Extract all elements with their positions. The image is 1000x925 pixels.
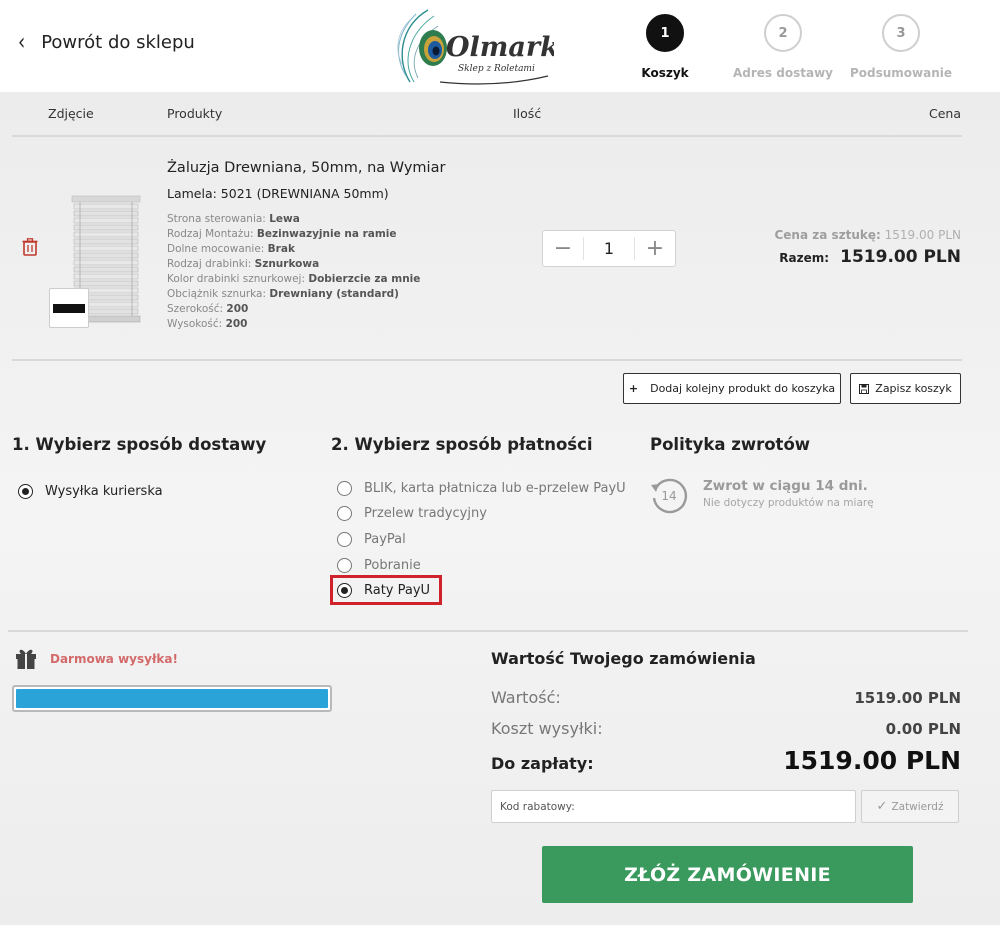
unit-price: Cena za sztukę: 1519.00 PLN [774, 228, 961, 242]
summary-value: 1519.00 PLN [854, 689, 961, 707]
product-title[interactable]: Żaluzja Drewniana, 50mm, na Wymiar [167, 160, 445, 176]
delivery-option-label: Wysyłka kurierska [45, 484, 163, 499]
free-shipping-progress [12, 685, 332, 712]
column-header-image: Zdjęcie [48, 106, 94, 121]
chevron-left-icon: ‹ [18, 28, 26, 57]
attribute-row: Rodzaj Montażu: Bezinwazyjnie na ramie [167, 228, 397, 240]
summary-shipping: 0.00 PLN [885, 720, 961, 738]
qty-plus-button[interactable]: + [635, 231, 675, 266]
step-label: Koszyk [641, 66, 689, 80]
attribute-row: Strona sterowania: Lewa [167, 213, 300, 225]
delivery-title: 1. Wybierz sposób dostawy [12, 435, 267, 454]
apply-coupon-button[interactable]: ✓ Zatwierdź [861, 790, 959, 823]
attribute-row: Wysokość: 200 [167, 318, 248, 330]
summary-pay-label: Do zapłaty: [491, 754, 594, 773]
summary-value-label: Wartość: [491, 688, 561, 707]
item-total-value: 1519.00 PLN [840, 247, 961, 267]
free-shipping-label: Darmowa wysyłka! [50, 652, 178, 666]
step-cart[interactable]: 1 Koszyk [610, 14, 720, 80]
payment-option-blik[interactable]: BLIK, karta płatnicza lub e-przelew PayU [337, 481, 626, 496]
shop-logo[interactable]: Olmark Sklep z Roletami [388, 4, 554, 88]
step-address[interactable]: 2 Adres dostawy [728, 14, 838, 80]
delivery-option-courier[interactable]: Wysyłka kurierska [18, 484, 163, 499]
attribute-row: Dolne mocowanie: Brak [167, 243, 295, 255]
coupon-input[interactable] [491, 790, 856, 823]
radio-icon [337, 558, 352, 573]
qty-value[interactable]: 1 [583, 237, 635, 260]
payment-title: 2. Wybierz sposób płatności [331, 435, 593, 454]
return-arrow-icon: 14 [651, 478, 688, 514]
step-label: Adres dostawy [733, 66, 833, 80]
save-cart-label: Zapisz koszyk [875, 382, 952, 395]
payment-option-label: BLIK, karta płatnicza lub e-przelew PayU [364, 481, 626, 496]
radio-icon [337, 506, 352, 521]
divider [12, 359, 962, 361]
payment-option-label: Pobranie [364, 558, 421, 573]
column-header-price: Cena [928, 106, 961, 121]
back-label: Powrót do sklepu [41, 32, 195, 53]
attribute-row: Kolor drabinki sznurkowej: Dobierzcie za… [167, 273, 421, 285]
item-total: Razem: 1519.00 PLN [779, 247, 961, 267]
color-swatch [49, 288, 89, 328]
step-number: 3 [882, 14, 920, 52]
payment-option-label: Przelew tradycyjny [364, 506, 487, 521]
column-header-products: Produkty [167, 106, 223, 121]
attribute-row: Obciążnik sznurka: Drewniany (standard) [167, 288, 399, 300]
plus-icon: + [628, 382, 639, 395]
product-attributes: Strona sterowania: Lewa Rodzaj Montażu: … [167, 212, 420, 332]
gift-icon [16, 649, 36, 669]
floppy-disk-icon [859, 383, 870, 394]
cart-page: Zdjęcie Produkty Ilość Cena Żaluzja Drew… [0, 92, 1000, 925]
payment-option-transfer[interactable]: Przelew tradycyjny [337, 506, 487, 521]
step-summary[interactable]: 3 Podsumowanie [846, 14, 956, 80]
peacock-feather-icon [397, 9, 447, 83]
attribute-row: Szerokość: 200 [167, 303, 249, 315]
quantity-stepper: − 1 + [542, 230, 676, 267]
trash-icon[interactable] [22, 238, 38, 256]
returns-note: Nie dotyczy produktów na miarę [703, 497, 874, 509]
item-total-label: Razem: [779, 251, 830, 265]
unit-price-value: 1519.00 PLN [884, 228, 961, 242]
attribute-row: Rodzaj drabinki: Sznurkowa [167, 258, 320, 270]
save-cart-button[interactable]: Zapisz koszyk [850, 373, 961, 404]
summary-value-row: Wartość: 1519.00 PLN [491, 688, 961, 707]
back-to-shop-link[interactable]: ‹ Powrót do sklepu [18, 28, 195, 57]
selection-highlight [330, 575, 442, 605]
place-order-button[interactable]: ZŁÓŻ ZAMÓWIENIE [542, 846, 913, 903]
logo-subtitle: Sklep z Roletami [458, 64, 535, 74]
summary-pay-value: 1519.00 PLN [783, 746, 961, 775]
summary-title: Wartość Twojego zamówienia [491, 649, 756, 668]
header: ‹ Powrót do sklepu Olmark Sklep z Roleta… [0, 0, 1000, 92]
check-icon: ✓ [876, 799, 888, 814]
returns-title: Polityka zwrotów [650, 435, 811, 454]
unit-price-label: Cena za sztukę: [774, 228, 881, 242]
divider [12, 135, 962, 137]
payment-option-paypal[interactable]: PayPal [337, 532, 406, 547]
payment-option-cod[interactable]: Pobranie [337, 558, 421, 573]
add-product-label: Dodaj kolejny produkt do koszyka [650, 382, 836, 395]
step-number: 1 [646, 14, 684, 52]
add-product-button[interactable]: + Dodaj kolejny produkt do koszyka [623, 373, 841, 404]
apply-coupon-label: Zatwierdź [891, 800, 944, 813]
radio-checked-icon [18, 484, 33, 499]
svg-text:14: 14 [661, 489, 676, 503]
divider [8, 630, 968, 632]
step-number: 2 [764, 14, 802, 52]
product-lamela: Lamela: 5021 (DREWNIANA 50mm) [167, 186, 389, 201]
summary-shipping-label: Koszt wysyłki: [491, 719, 603, 738]
summary-pay-row: Do zapłaty: 1519.00 PLN [491, 746, 961, 775]
qty-minus-button[interactable]: − [543, 231, 583, 266]
returns-headline: Zwrot w ciągu 14 dni. [703, 478, 868, 494]
radio-icon [337, 481, 352, 496]
summary-shipping-row: Koszt wysyłki: 0.00 PLN [491, 719, 961, 738]
logo-text: Olmark [446, 32, 554, 63]
step-label: Podsumowanie [849, 66, 953, 80]
progress-fill [16, 689, 328, 708]
radio-icon [337, 532, 352, 547]
column-header-qty: Ilość [513, 106, 542, 121]
payment-option-label: PayPal [364, 532, 406, 547]
